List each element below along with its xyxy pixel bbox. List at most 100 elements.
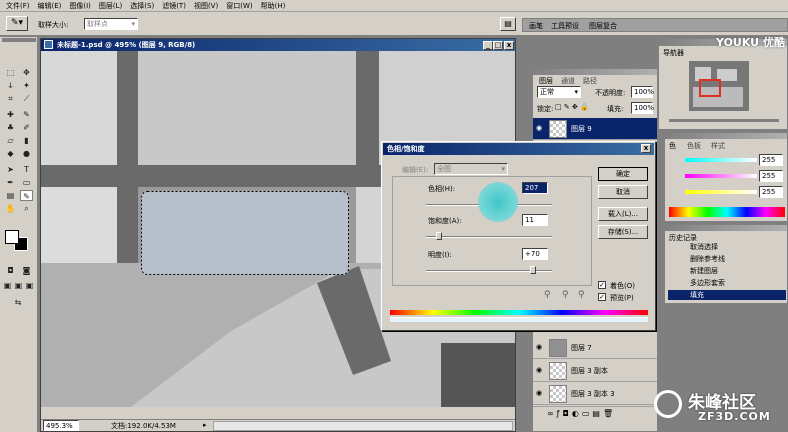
quick-mask-on-icon[interactable]: ◙ — [20, 265, 33, 276]
dodge-tool-icon[interactable]: ● — [20, 148, 33, 159]
notes-tool-icon[interactable]: ▤ — [4, 190, 17, 201]
link-layers-icon[interactable]: ∞ — [547, 409, 557, 418]
eye-icon[interactable]: ◉ — [536, 366, 546, 374]
tab-color[interactable]: 色 — [669, 141, 676, 151]
layer-row-selected[interactable]: ◉ 图层 9 — [533, 118, 657, 140]
add-eyedropper-icon[interactable]: ⚲ — [562, 290, 569, 300]
hue-input[interactable]: 207 — [522, 182, 548, 194]
lightness-input[interactable]: +70 — [522, 248, 548, 260]
healing-brush-icon[interactable]: ✚ — [4, 109, 17, 120]
path-select-icon[interactable]: ➤ — [4, 164, 17, 175]
ok-button[interactable]: 确定 — [598, 167, 648, 181]
saturation-input[interactable]: 11 — [522, 214, 548, 226]
lasso-tool-icon[interactable]: ↆ — [4, 80, 17, 91]
menu-item-4[interactable]: 选择(S) — [126, 1, 158, 11]
menu-item-8[interactable]: 帮助(H) — [257, 1, 290, 11]
history-item[interactable]: 新建图层 — [668, 266, 786, 276]
tab-channels[interactable]: 通道 — [561, 76, 575, 86]
load-button[interactable]: 载入(L)... — [598, 207, 648, 221]
save-button[interactable]: 存储(S)... — [598, 225, 648, 239]
maximize-icon[interactable]: □ — [493, 41, 503, 50]
tab-paths[interactable]: 路径 — [583, 76, 597, 86]
edit-select[interactable]: 全图 ▾ — [434, 163, 508, 175]
opacity-input[interactable]: 100% — [631, 86, 654, 98]
adjustment-layer-icon[interactable]: ◐ — [572, 409, 582, 418]
sample-size-select[interactable]: 取样点 ▾ — [84, 18, 138, 30]
eye-icon[interactable]: ◉ — [536, 343, 546, 351]
close-icon[interactable]: x — [504, 41, 514, 50]
marquee-tool-icon[interactable]: ⬚ — [4, 67, 17, 78]
tab-layer-comps[interactable]: 图层复合 — [589, 21, 617, 31]
menu-item-2[interactable]: 图像(I) — [65, 1, 95, 11]
eye-icon[interactable]: ◉ — [536, 389, 546, 397]
foreground-color-swatch[interactable] — [5, 230, 19, 244]
blend-mode-select[interactable]: 正常 ▾ — [537, 86, 581, 98]
tab-styles[interactable]: 样式 — [711, 141, 725, 151]
color-spectrum-bar[interactable] — [669, 207, 785, 217]
blue-slider[interactable] — [685, 190, 757, 194]
horizontal-scrollbar[interactable] — [213, 421, 513, 431]
tab-navigator[interactable]: 导航器 — [663, 48, 684, 58]
subtract-eyedropper-icon[interactable]: ⚲ — [578, 290, 585, 300]
palette-well-icon[interactable]: ▤ — [500, 17, 516, 31]
quick-mask-off-icon[interactable]: ◘ — [4, 265, 17, 276]
document-info[interactable]: 文档:192.0K/4.53M — [111, 421, 176, 431]
green-value[interactable]: 255 — [759, 170, 783, 182]
minimize-icon[interactable]: _ — [483, 41, 493, 50]
lock-icons[interactable]: □ ✎ ✥ 🔒 — [555, 103, 589, 111]
zoom-level[interactable]: 495.3% — [43, 420, 79, 431]
green-slider[interactable] — [685, 174, 757, 178]
menu-item-3[interactable]: 图层(L) — [95, 1, 126, 11]
delete-layer-icon[interactable]: 🗑 — [603, 409, 616, 418]
dialog-close-icon[interactable]: x — [641, 144, 651, 153]
new-layer-icon[interactable]: ▤ — [592, 409, 603, 418]
eyedropper-tool-icon[interactable]: ✎ — [20, 190, 33, 201]
eyedropper-icon[interactable]: ⚲ — [544, 290, 551, 300]
layer-row[interactable]: ◉ 图层 7 — [533, 337, 657, 359]
saturation-slider-knob[interactable] — [435, 232, 442, 240]
clone-stamp-icon[interactable]: ♣ — [4, 122, 17, 133]
red-value[interactable]: 255 — [759, 154, 783, 166]
zoom-tool-icon[interactable]: ⌕ — [20, 203, 33, 214]
red-slider[interactable] — [685, 158, 757, 162]
menu-item-5[interactable]: 滤镜(T) — [158, 1, 190, 11]
status-arrow-icon[interactable]: ▸ — [203, 421, 207, 429]
eye-icon[interactable]: ◉ — [536, 124, 546, 132]
type-tool-icon[interactable]: T — [20, 164, 33, 175]
tab-layers[interactable]: 图层 — [539, 76, 553, 86]
slice-tool-icon[interactable]: ⟋ — [20, 93, 33, 104]
menu-item-1[interactable]: 编辑(E) — [34, 1, 66, 11]
layer-row[interactable]: ◉ 图层 3 副本 — [533, 360, 657, 382]
history-item[interactable]: 删除参考线 — [668, 254, 786, 264]
crop-tool-icon[interactable]: ⌗ — [4, 93, 17, 104]
jump-to-imageready-icon[interactable]: ⇆ — [4, 297, 32, 308]
blur-tool-icon[interactable]: ◆ — [4, 148, 17, 159]
pen-tool-icon[interactable]: ✒ — [4, 177, 17, 188]
menu-item-0[interactable]: 文件(F) — [2, 1, 34, 11]
screen-mode-full-icon[interactable]: ▣ — [24, 280, 35, 291]
layer-mask-icon[interactable]: ◘ — [563, 409, 572, 418]
magic-wand-icon[interactable]: ✦ — [20, 80, 33, 91]
colorize-checkbox[interactable]: ✓ — [598, 281, 606, 289]
history-item[interactable]: 取消选择 — [668, 242, 786, 252]
layer-row[interactable]: ◉ 图层 3 副本 3 — [533, 383, 657, 405]
cancel-button[interactable]: 取消 — [598, 185, 648, 199]
blue-value[interactable]: 255 — [759, 186, 783, 198]
tab-tool-presets[interactable]: 工具预设 — [551, 21, 579, 31]
gradient-tool-icon[interactable]: ▮ — [20, 135, 33, 146]
eraser-tool-icon[interactable]: ▱ — [4, 135, 17, 146]
menu-item-6[interactable]: 视图(V) — [190, 1, 222, 11]
fill-input[interactable]: 100% — [631, 102, 654, 114]
screen-mode-standard-icon[interactable]: ▣ — [2, 280, 13, 291]
tab-brushes[interactable]: 画笔 — [529, 21, 543, 31]
history-brush-icon[interactable]: ✐ — [20, 122, 33, 133]
preview-checkbox[interactable]: ✓ — [598, 293, 606, 301]
eyedropper-tool-preset-button[interactable]: ✎▾ — [6, 16, 28, 31]
menu-item-7[interactable]: 窗口(W) — [222, 1, 256, 11]
tab-swatches[interactable]: 色板 — [687, 141, 701, 151]
new-group-icon[interactable]: ▭ — [582, 409, 593, 418]
history-item[interactable]: 多边形套索 — [668, 278, 786, 288]
screen-mode-menu-icon[interactable]: ▣ — [13, 280, 24, 291]
history-item-selected[interactable]: 填充 — [668, 290, 786, 300]
brush-tool-icon[interactable]: ✎ — [20, 109, 33, 120]
